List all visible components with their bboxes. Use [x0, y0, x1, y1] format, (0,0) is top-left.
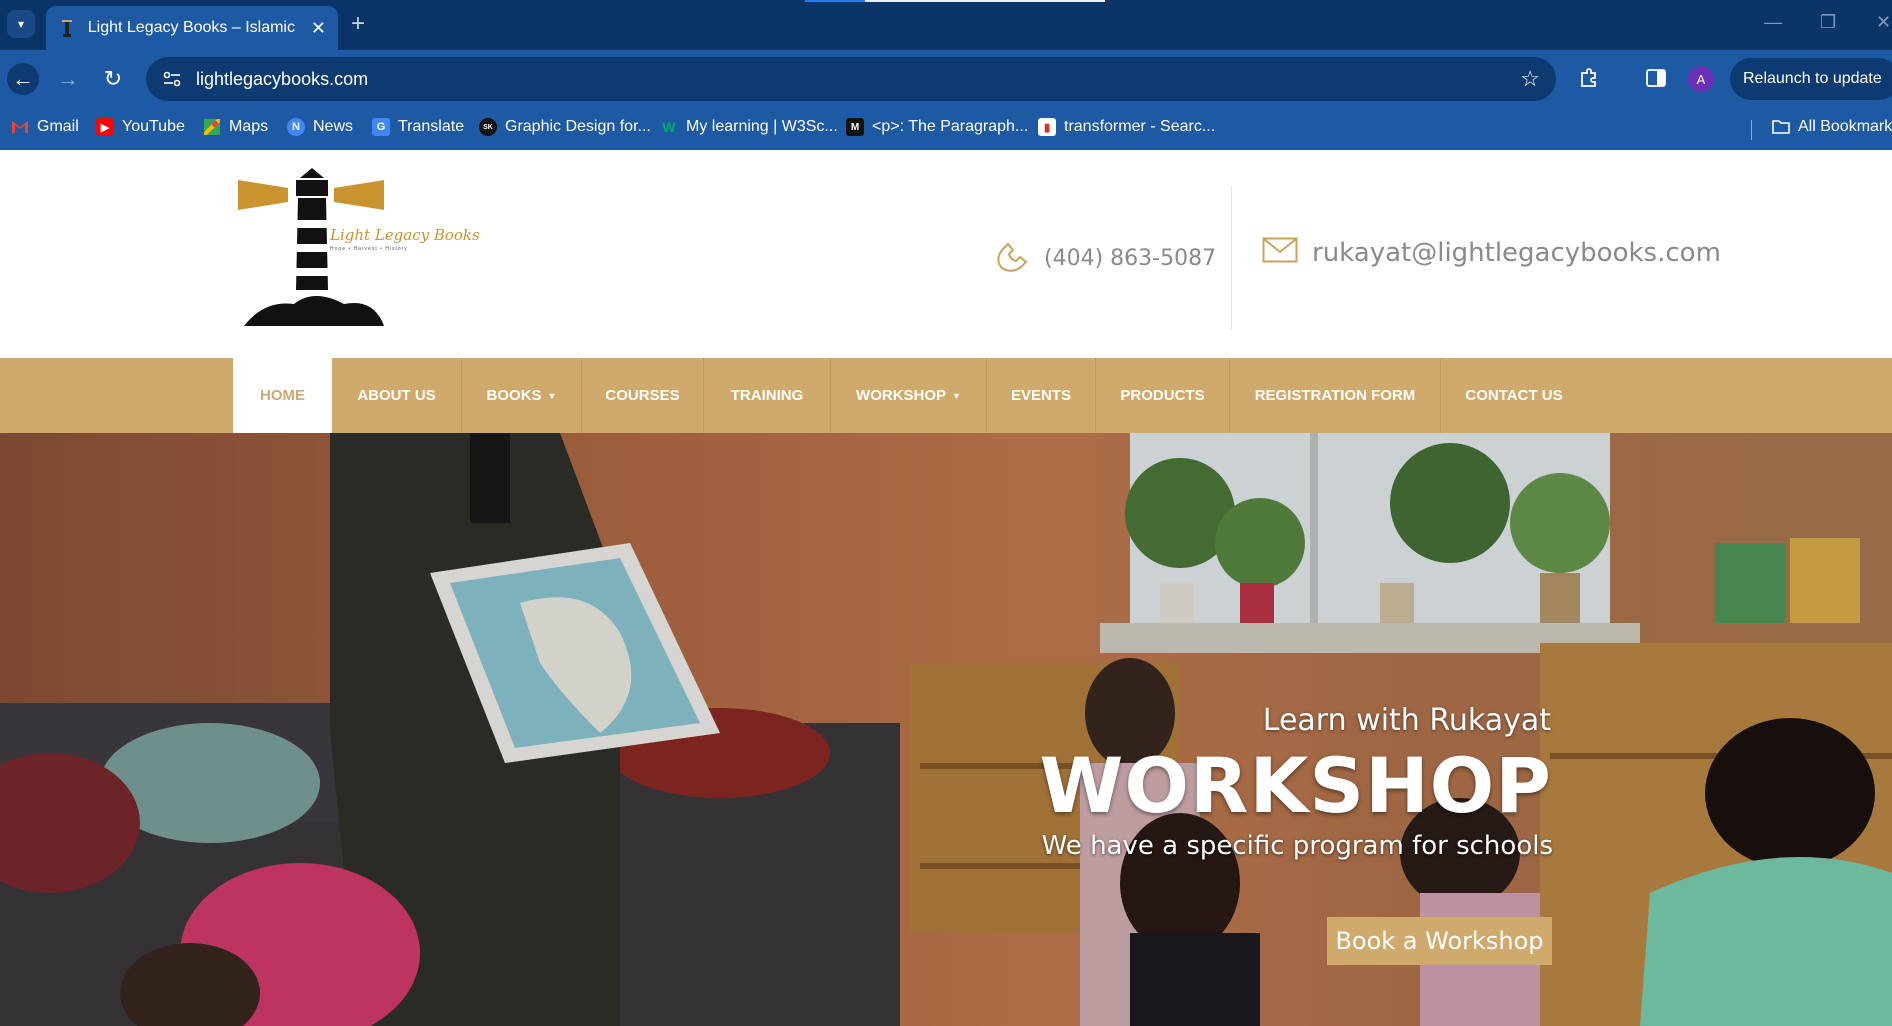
reload-icon[interactable]: ↻ — [97, 63, 129, 95]
logo-tagline: Hope • Harvest • History — [330, 246, 408, 252]
menu-item-registration-form[interactable]: REGISTRATION FORM — [1230, 358, 1441, 433]
hero-photo — [0, 433, 1892, 1026]
restore-icon[interactable]: ❐ — [1820, 12, 1836, 33]
youtube-icon: ▶ — [96, 118, 114, 136]
header-phone[interactable]: (404) 863-5087 — [994, 238, 1216, 279]
side-panel-icon[interactable] — [1642, 64, 1670, 92]
bookmark-gmail[interactable]: Gmail — [11, 118, 79, 136]
minimize-icon[interactable]: — — [1764, 12, 1782, 33]
back-arrow-icon[interactable]: ← — [7, 63, 39, 95]
header-email[interactable]: rukayat@lightlegacybooks.com — [1262, 237, 1721, 268]
caret-down-icon: ▼ — [952, 390, 961, 401]
extensions-icon[interactable] — [1575, 64, 1603, 92]
browser-toolbar: ← → ↻ lightlegacybooks.com ☆ A Relaunch … — [0, 50, 1892, 108]
menu-item-courses[interactable]: COURSES — [582, 358, 704, 433]
bookmark-transformer-search[interactable]: ▮ transformer - Searc... — [1038, 118, 1215, 136]
bookmark-graphic-design[interactable]: SK Graphic Design for... — [479, 118, 651, 136]
gmail-icon — [11, 118, 29, 136]
maps-icon — [203, 118, 221, 136]
mdn-icon: M — [846, 118, 864, 136]
w3schools-icon: W — [662, 119, 676, 135]
bookmark-star-icon[interactable]: ☆ — [1520, 66, 1540, 92]
hero-banner: Learn with Rukayat WORKSHOP We have a sp… — [0, 433, 1892, 1026]
search-result-icon: ▮ — [1038, 118, 1056, 136]
mail-icon — [1262, 237, 1298, 268]
sk-logo-icon: SK — [479, 118, 497, 136]
new-tab-icon[interactable]: + — [351, 10, 365, 38]
bookmarks-bar: Gmail ▶ YouTube Maps N News G Translate … — [0, 108, 1892, 150]
profile-avatar[interactable]: A — [1688, 66, 1714, 92]
lighthouse-favicon-icon — [58, 19, 76, 37]
contact-divider — [1231, 186, 1232, 330]
email-address: rukayat@lightlegacybooks.com — [1312, 237, 1721, 268]
bookmark-maps[interactable]: Maps — [203, 118, 268, 136]
all-bookmarks-button[interactable]: All Bookmarks — [1772, 118, 1892, 136]
site-header: Light Legacy Books Hope • Harvest • Hist… — [0, 150, 1892, 358]
tab-close-icon[interactable]: ✕ — [311, 18, 326, 39]
browser-titlebar: ▾ Light Legacy Books – Islamic Te ✕ + — … — [0, 0, 1892, 50]
forward-arrow-icon[interactable]: → — [52, 63, 84, 95]
web-page: Light Legacy Books Hope • Harvest • Hist… — [0, 150, 1892, 1026]
translate-icon: G — [372, 118, 390, 136]
caret-down-icon: ▼ — [547, 390, 557, 401]
main-menu: HOME ABOUT US BOOKS ▼ COURSES TRAINING WO… — [0, 358, 1892, 433]
menu-item-training[interactable]: TRAINING — [704, 358, 831, 433]
menu-item-events[interactable]: EVENTS — [987, 358, 1096, 433]
menu-item-about-us[interactable]: ABOUT US — [332, 358, 462, 433]
logo-wordmark: Light Legacy Books — [330, 226, 480, 244]
page-load-indicator — [805, 0, 1105, 2]
relaunch-to-update-button[interactable]: Relaunch to update — [1730, 58, 1892, 100]
address-bar[interactable]: lightlegacybooks.com ☆ — [146, 57, 1556, 101]
browser-tab[interactable]: Light Legacy Books – Islamic Te ✕ — [46, 6, 338, 50]
site-logo[interactable]: Light Legacy Books Hope • Harvest • Hist… — [234, 168, 480, 328]
menu-item-books[interactable]: BOOKS ▼ — [462, 358, 582, 433]
hero-description: We have a specific program for schools — [1041, 831, 1553, 861]
menu-item-products[interactable]: PRODUCTS — [1096, 358, 1230, 433]
bookmark-mdn-paragraph[interactable]: M <p>: The Paragraph... — [846, 118, 1028, 136]
hero-title: WORKSHOP — [1039, 741, 1552, 830]
phone-icon — [994, 238, 1030, 279]
phone-number: (404) 863-5087 — [1044, 246, 1217, 271]
bookmark-news[interactable]: N News — [287, 118, 353, 136]
site-settings-icon[interactable] — [160, 67, 184, 91]
menu-item-contact-us[interactable]: CONTACT US — [1441, 358, 1587, 433]
news-icon: N — [287, 118, 305, 136]
tab-search-icon[interactable]: ▾ — [7, 10, 35, 38]
url-text: lightlegacybooks.com — [196, 68, 369, 89]
bookmark-w3schools[interactable]: W My learning | W3Sc... — [660, 118, 837, 136]
close-window-icon[interactable]: ✕ — [1876, 12, 1891, 33]
menu-item-workshop[interactable]: WORKSHOP ▼ — [831, 358, 987, 433]
bookmark-translate[interactable]: G Translate — [372, 118, 464, 136]
book-a-workshop-button[interactable]: Book a Workshop — [1327, 917, 1552, 965]
tab-title: Light Legacy Books – Islamic Te — [87, 19, 297, 36]
folder-icon — [1772, 118, 1790, 136]
bookmarks-divider — [1751, 120, 1752, 140]
hero-subtitle: Learn with Rukayat — [1262, 703, 1551, 738]
bookmark-youtube[interactable]: ▶ YouTube — [96, 118, 185, 136]
menu-item-home[interactable]: HOME — [233, 358, 332, 433]
